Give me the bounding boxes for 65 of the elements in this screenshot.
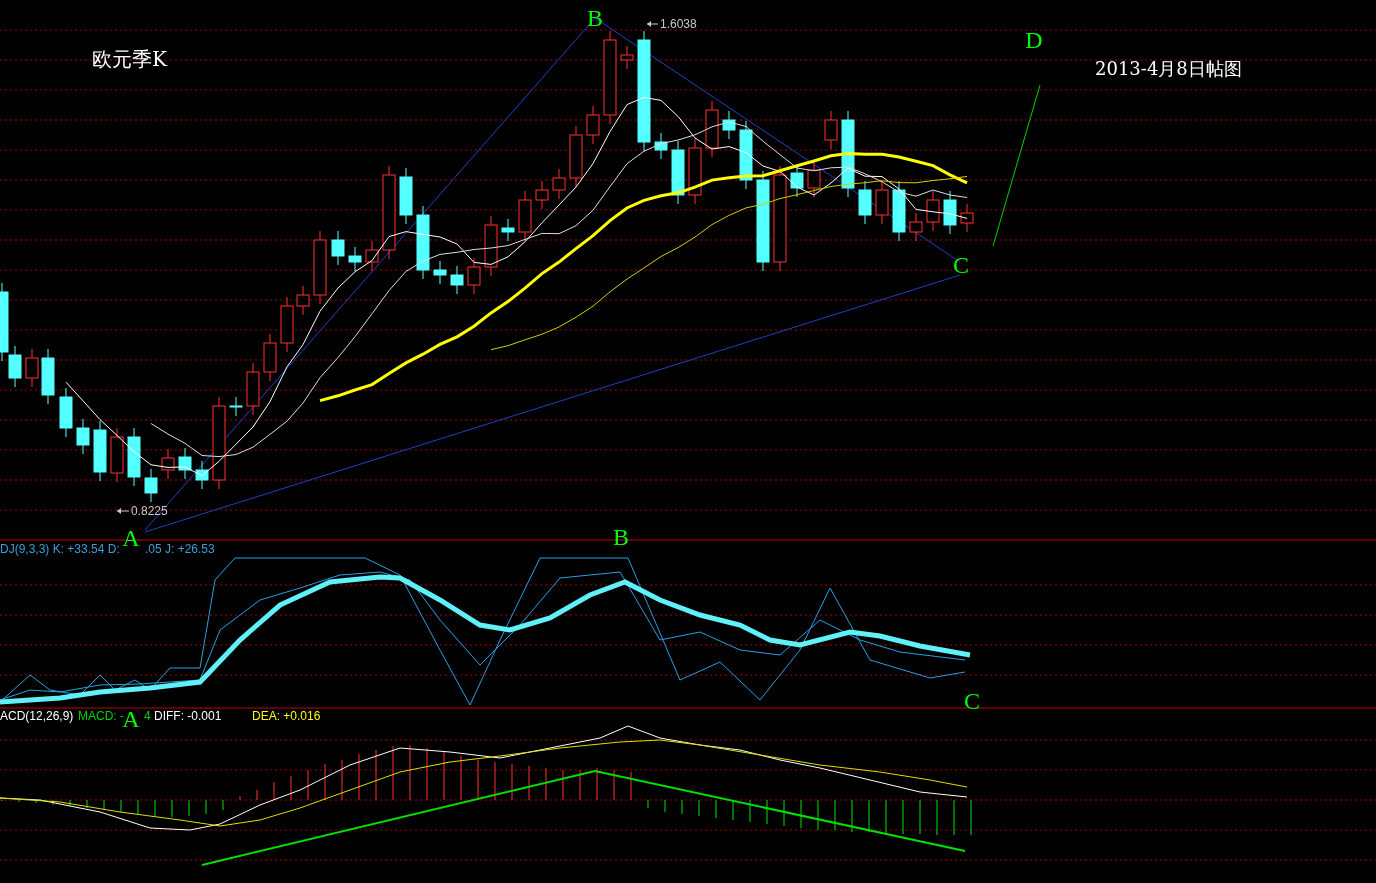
date-note: 2013-4月8日帖图 <box>1095 58 1242 79</box>
candlestick <box>76 418 90 455</box>
candlestick <box>263 333 277 382</box>
kdj-legend: .05 J: +26.53 <box>145 542 215 556</box>
candlestick <box>807 160 821 198</box>
candlestick <box>450 265 464 295</box>
candlestick <box>535 180 549 210</box>
candlestick <box>59 387 73 438</box>
candlestick <box>926 190 940 232</box>
candlestick <box>892 180 906 242</box>
kdj-legend: DJ(9,3,3) K: +33.54 D: <box>0 542 120 556</box>
candlestick <box>586 105 600 145</box>
wave-label: D <box>1025 27 1043 53</box>
candlestick <box>433 260 447 285</box>
price-label: 1.6038 <box>660 17 697 31</box>
candlestick <box>25 348 39 388</box>
wave-label: C <box>964 688 980 714</box>
candlestick <box>93 420 107 482</box>
candlestick <box>722 110 736 140</box>
candlestick <box>365 240 379 272</box>
wave-label: A <box>122 525 140 551</box>
candlestick <box>195 460 209 490</box>
candlestick <box>739 120 753 190</box>
wave-label: B <box>613 524 629 550</box>
candlestick <box>518 190 532 242</box>
candlestick <box>569 125 583 188</box>
candlestick <box>671 140 685 205</box>
candlestick <box>246 362 260 416</box>
candlestick <box>960 203 974 233</box>
arrow-icon <box>116 508 130 514</box>
candlestick <box>331 230 345 266</box>
macd-legend: ACD(12,26,9) <box>0 709 74 723</box>
candlestick <box>144 468 158 503</box>
candlestick <box>41 348 55 405</box>
candlestick <box>654 132 668 160</box>
price-label: 0.8225 <box>131 504 168 518</box>
candlestick <box>858 180 872 225</box>
candlestick <box>943 190 957 235</box>
candlestick <box>501 218 515 242</box>
candlestick <box>705 100 719 158</box>
wave-label: B <box>587 5 603 31</box>
candlestick <box>484 215 498 277</box>
candlestick <box>824 110 838 150</box>
chart-title: 欧元季K <box>92 47 167 71</box>
candlestick <box>280 296 294 353</box>
candlestick <box>296 285 310 316</box>
candlestick <box>620 45 634 70</box>
macd-legend: DEA: +0.016 <box>252 709 321 723</box>
candlestick <box>161 448 175 480</box>
candlestick <box>348 246 362 272</box>
macd-legend: 4 <box>144 709 151 723</box>
candlestick <box>178 447 192 480</box>
candlestick <box>552 168 566 200</box>
candlestick <box>909 212 923 242</box>
candlestick <box>875 180 889 225</box>
candlestick <box>399 167 413 225</box>
macd-legend: MACD: - <box>78 709 124 723</box>
wave-label: C <box>953 252 969 278</box>
candlestick <box>467 257 481 295</box>
candlestick <box>127 427 141 487</box>
candlestick <box>110 427 124 483</box>
candlestick <box>229 396 243 417</box>
candlestick <box>688 138 702 205</box>
arrow-icon <box>646 21 659 27</box>
macd-legend: DIFF: -0.001 <box>154 709 222 723</box>
